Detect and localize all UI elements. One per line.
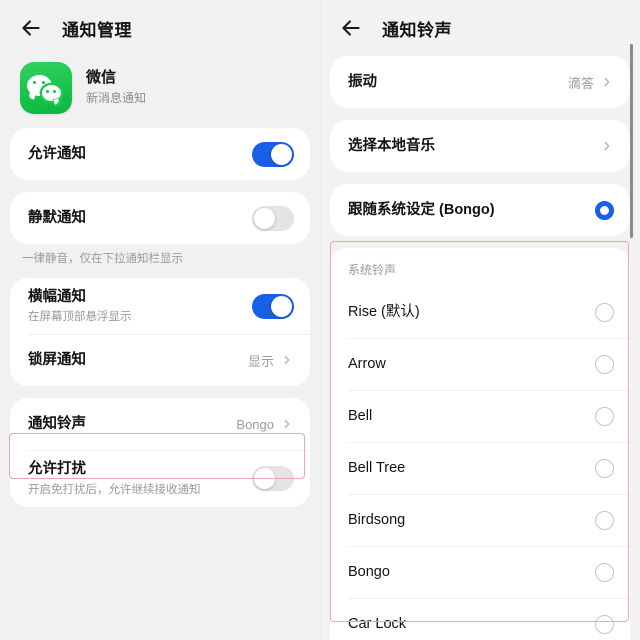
chevron-right-icon (604, 141, 610, 151)
chevron-right-icon (284, 420, 290, 429)
app-name: 微信 (86, 69, 117, 87)
ringtone-radio[interactable] (595, 614, 614, 634)
ringtone-label: Rise (默认) (348, 303, 420, 320)
row-notification-ringtone[interactable]: 通知铃声 Bongo (10, 398, 310, 450)
page-title: 通知铃声 (382, 20, 452, 40)
dual-panel-screen: 通知管理 微信 新消息通知 允许通知 静默通知 一律静音，仅在下拉通知栏显示 横… (0, 0, 640, 640)
follow-system-card: 跟随系统设定 (Bongo) (330, 184, 630, 236)
row-banner-notifications[interactable]: 横幅通知 在屏幕顶部悬浮显示 (10, 278, 310, 334)
silent-notifications-card: 静默通知 (10, 192, 310, 244)
allow-notifications-toggle[interactable] (252, 141, 294, 167)
row-select-local-music[interactable]: 选择本地音乐 (330, 120, 630, 172)
app-identity-row: 微信 新消息通知 (0, 56, 320, 128)
allow-notifications-card: 允许通知 (10, 128, 310, 180)
notification-management-panel: 通知管理 微信 新消息通知 允许通知 静默通知 一律静音，仅在下拉通知栏显示 横… (0, 0, 320, 640)
arrow-left-icon[interactable] (338, 15, 364, 41)
ringtone-label: Bongo (348, 563, 390, 580)
row-title: 振动 (348, 73, 377, 90)
list-item[interactable]: Rise (默认) (330, 286, 630, 338)
vibration-value: 滴答 (567, 75, 594, 91)
banner-notifications-toggle[interactable] (252, 293, 294, 319)
ringtone-radio[interactable] (595, 302, 614, 322)
silent-notifications-caption: 一律静音，仅在下拉通知栏显示 (22, 253, 183, 265)
app-subtitle: 新消息通知 (86, 91, 147, 106)
vibration-card: 振动 滴答 (330, 56, 630, 108)
allow-interruptions-toggle[interactable] (252, 466, 294, 492)
left-header: 通知管理 (0, 0, 320, 56)
row-follow-system[interactable]: 跟随系统设定 (Bongo) (330, 184, 630, 236)
row-title: 横幅通知 (28, 289, 86, 305)
row-title: 锁屏通知 (28, 352, 86, 369)
row-title: 静默通知 (28, 209, 86, 226)
row-silent-notifications[interactable]: 静默通知 (10, 192, 310, 244)
local-music-card: 选择本地音乐 (330, 120, 630, 172)
row-lockscreen-notifications[interactable]: 锁屏通知 显示 (10, 334, 310, 386)
system-ringtones-label: 系统铃声 (330, 248, 630, 286)
ringtone-label: Arrow (348, 355, 386, 372)
list-item[interactable]: Birdsong (330, 494, 630, 546)
row-subtitle: 开启免打扰后，允许继续接收通知 (28, 483, 201, 496)
row-subtitle: 在屏幕顶部悬浮显示 (28, 311, 132, 324)
ringtone-radio[interactable] (595, 354, 614, 374)
ringtone-radio[interactable] (595, 562, 614, 582)
list-item[interactable]: Arrow (330, 338, 630, 390)
ringtone-radio[interactable] (595, 510, 614, 530)
follow-system-radio[interactable] (595, 200, 614, 220)
ringtone-label: Bell Tree (348, 459, 406, 476)
list-item[interactable]: Bongo (330, 546, 630, 598)
page-title: 通知管理 (62, 20, 132, 40)
list-item[interactable]: Bell (330, 390, 630, 442)
ringtone-label: Bell (348, 407, 373, 424)
arrow-left-icon[interactable] (18, 15, 44, 41)
system-ringtones-card: 系统铃声 Rise (默认) Arrow Bell Bell Tree Bird… (330, 248, 630, 640)
ringtone-radio[interactable] (595, 458, 614, 478)
ringtone-dnd-card: 通知铃声 Bongo 允许打扰 开启免打扰后，允许继续接收通知 (10, 398, 310, 507)
row-vibration[interactable]: 振动 滴答 (330, 56, 630, 108)
ringtone-label: Birdsong (348, 511, 406, 528)
row-title: 通知铃声 (28, 416, 86, 433)
chevron-right-icon (604, 77, 610, 87)
row-allow-notifications[interactable]: 允许通知 (10, 128, 310, 180)
notification-ringtone-panel: 通知铃声 振动 滴答 选择本地音乐 跟随系统设定 (Bongo) 系统铃声 Ri… (320, 0, 640, 640)
list-item[interactable]: Bell Tree (330, 442, 630, 494)
row-title: 允许打扰 (28, 461, 86, 478)
vertical-scrollbar[interactable] (629, 44, 633, 238)
ringtone-radio[interactable] (595, 406, 614, 426)
chevron-right-icon (284, 356, 290, 365)
list-item[interactable]: Car Lock (330, 598, 630, 640)
silent-notifications-toggle[interactable] (252, 205, 294, 231)
row-title: 选择本地音乐 (348, 137, 435, 154)
panel-divider (320, 0, 321, 640)
row-title: 允许通知 (28, 145, 86, 162)
row-allow-interruptions[interactable]: 允许打扰 开启免打扰后，允许继续接收通知 (10, 450, 310, 506)
lockscreen-value: 显示 (247, 353, 274, 369)
right-header: 通知铃声 (320, 0, 640, 56)
wechat-icon (20, 62, 72, 114)
ringtone-label: Car Lock (348, 615, 407, 632)
banner-lockscreen-card: 横幅通知 在屏幕顶部悬浮显示 锁屏通知 显示 (10, 278, 310, 387)
ringtone-value: Bongo (236, 416, 274, 432)
row-title: 跟随系统设定 (Bongo) (348, 201, 495, 218)
